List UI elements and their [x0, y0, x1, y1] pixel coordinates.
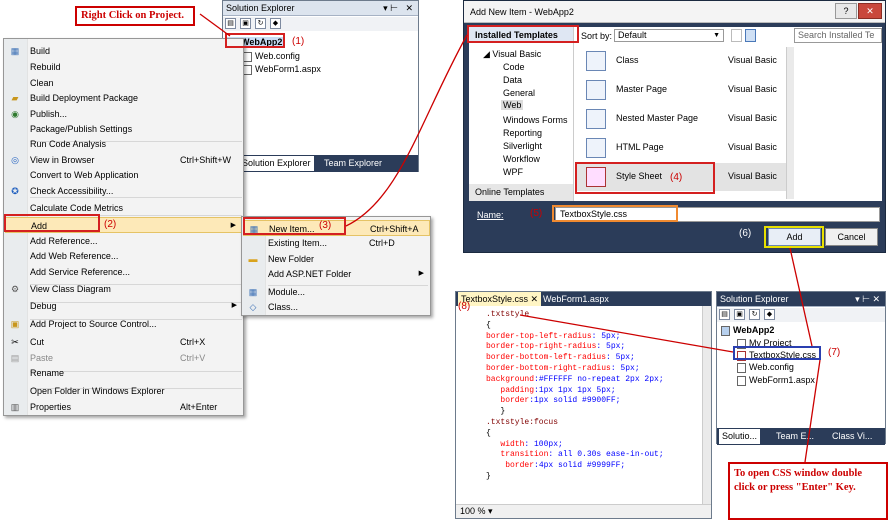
step-label: (7)	[828, 347, 841, 358]
step-label: (6)	[739, 228, 752, 239]
arrow-to-css-file	[789, 247, 813, 347]
arrow-to-project	[199, 13, 231, 37]
annotation-arrows	[199, 13, 821, 463]
step-label: (2)	[104, 219, 117, 230]
open-css-callout: To open CSS window double click or press…	[728, 462, 888, 520]
step-label: (1)	[292, 36, 305, 47]
step-label: (4)	[670, 172, 683, 183]
step-label: (5)	[530, 208, 543, 219]
arrow-to-dialog	[345, 34, 468, 227]
arrow-to-callout	[804, 359, 821, 463]
step-label: (3)	[319, 220, 332, 231]
step-label: (8)	[458, 301, 471, 312]
right-click-callout: Right Click on Project.	[75, 6, 195, 26]
arrow-to-editor	[519, 314, 734, 353]
